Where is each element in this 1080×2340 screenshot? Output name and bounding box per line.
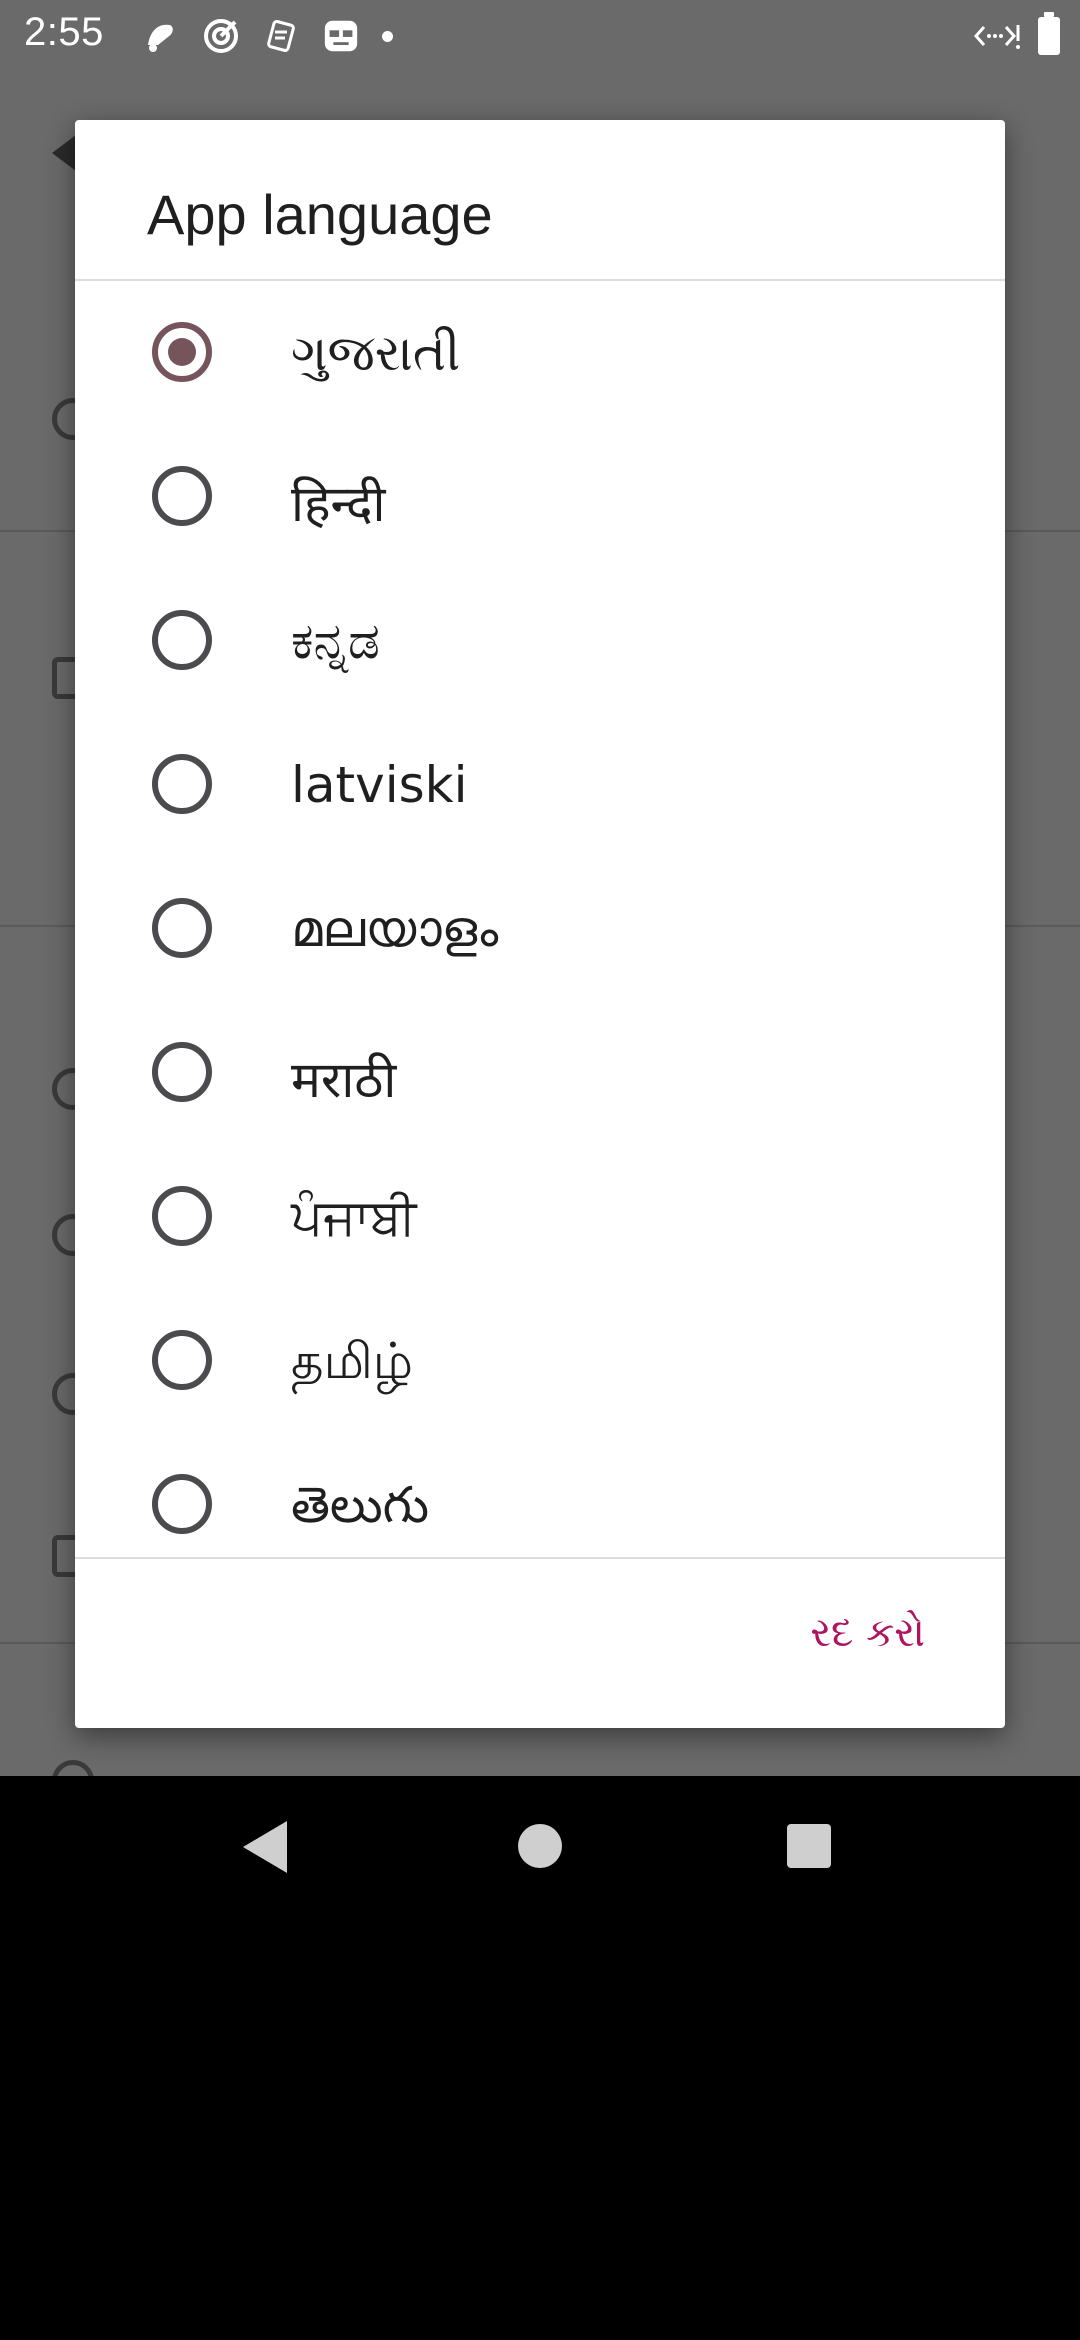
radio-button[interactable] bbox=[152, 610, 212, 670]
language-option-hindi[interactable]: हिन्दी bbox=[75, 424, 1005, 568]
status-right-icons bbox=[974, 12, 1060, 58]
back-arrow-icon bbox=[52, 135, 76, 171]
status-time: 2:55 bbox=[24, 10, 104, 54]
radio-button-selected[interactable] bbox=[152, 322, 212, 382]
home-icon[interactable] bbox=[518, 1824, 562, 1868]
target-icon bbox=[202, 17, 240, 55]
language-option-malayalam[interactable]: മലയാളം bbox=[75, 856, 1005, 1000]
language-label: ગુજરાતી bbox=[291, 324, 461, 382]
dialog-title: App language bbox=[147, 183, 493, 246]
radio-button[interactable] bbox=[152, 1042, 212, 1102]
language-label: ಕನ್ನಡ bbox=[291, 612, 380, 670]
language-label: latviski bbox=[291, 756, 468, 814]
language-label: తెలుగు bbox=[291, 1476, 430, 1534]
battery-icon bbox=[1038, 12, 1060, 55]
radio-button[interactable] bbox=[152, 898, 212, 958]
status-bar: 2:55 bbox=[0, 0, 1080, 72]
language-option-telugu[interactable]: తెలుగు bbox=[75, 1432, 1005, 1576]
language-option-latvian[interactable]: latviski bbox=[75, 712, 1005, 856]
language-list[interactable]: ગુજરાતી हिन्दी ಕನ್ನಡ latviski മലയാളം मरा… bbox=[75, 280, 1005, 1677]
language-option-kannada[interactable]: ಕನ್ನಡ bbox=[75, 568, 1005, 712]
radio-button[interactable] bbox=[152, 1186, 212, 1246]
status-icons bbox=[142, 14, 393, 58]
recents-icon[interactable] bbox=[787, 1824, 831, 1868]
shield-icon bbox=[52, 1760, 94, 1776]
radio-button[interactable] bbox=[152, 466, 212, 526]
language-label: தமிழ் bbox=[291, 1332, 414, 1390]
language-label: മലയാളം bbox=[291, 900, 499, 958]
sim-card-icon bbox=[262, 17, 300, 55]
app-language-dialog: App language ગુજરાતી हिन्दी ಕನ್ನಡ latvis… bbox=[75, 120, 1005, 1728]
dot-icon bbox=[382, 30, 393, 42]
language-option-gujarati[interactable]: ગુજરાતી bbox=[75, 280, 1005, 424]
navigation-bar bbox=[0, 1776, 1080, 1916]
radio-button[interactable] bbox=[152, 754, 212, 814]
radio-button[interactable] bbox=[152, 1474, 212, 1534]
game-icon bbox=[322, 17, 360, 55]
language-option-marathi[interactable]: मराठी bbox=[75, 1000, 1005, 1144]
radio-button[interactable] bbox=[152, 1330, 212, 1390]
data-transfer-icon bbox=[974, 17, 1022, 55]
notification-icon bbox=[142, 17, 180, 55]
language-option-tamil[interactable]: தமிழ் bbox=[75, 1288, 1005, 1432]
language-label: मराठी bbox=[291, 1051, 397, 1109]
language-label: हिन्दी bbox=[291, 475, 386, 533]
cancel-button[interactable]: રદ કરો bbox=[810, 1610, 925, 1656]
back-icon[interactable] bbox=[243, 1821, 287, 1873]
dialog-divider-bottom bbox=[75, 1557, 1005, 1559]
language-option-punjabi[interactable]: ਪੰਜਾਬੀ bbox=[75, 1144, 1005, 1288]
language-label: ਪੰਜਾਬੀ bbox=[291, 1188, 417, 1246]
